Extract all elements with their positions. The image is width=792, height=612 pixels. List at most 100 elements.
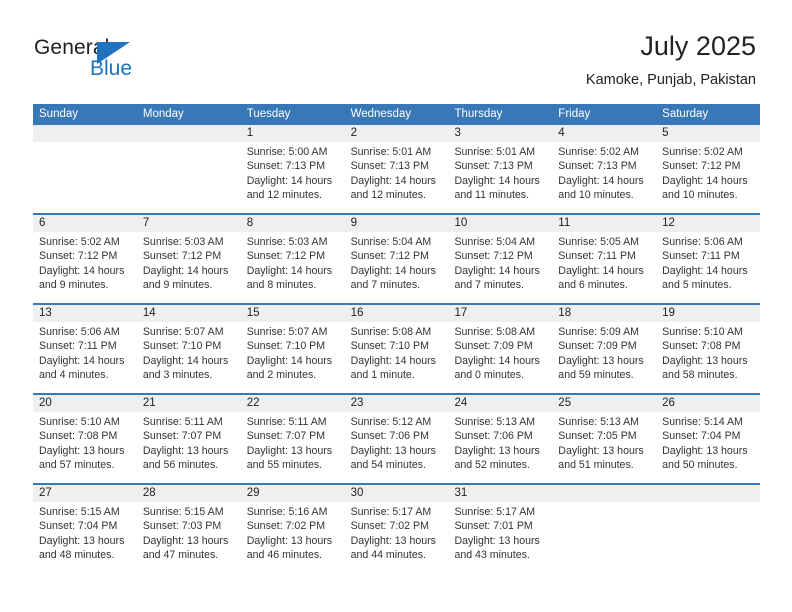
day-cell-empty [33, 125, 137, 213]
day-number: 27 [33, 485, 137, 502]
day-sun-details: Sunrise: 5:00 AM Sunset: 7:13 PM Daylight:… [241, 142, 345, 203]
day-cell-6[interactable]: 6 Sunrise: 5:02 AM Sunset: 7:12 PM Daylight… [33, 215, 137, 303]
day-detail-line: Sunrise: 5:07 AM [142, 326, 224, 338]
day-sun-details: Sunrise: 5:01 AM Sunset: 7:13 PM Daylight:… [345, 142, 449, 203]
day-cell-11[interactable]: 11 Sunrise: 5:05 AM Sunset: 7:11 PM Dayligh… [552, 215, 657, 303]
day-cell-26[interactable]: 26 Sunrise: 5:14 AM Sunset: 7:04 PM Dayligh… [656, 395, 761, 483]
day-detail-line: Daylight: 14 hours [454, 174, 540, 187]
day-detail-line: Sunrise: 5:11 AM [246, 416, 327, 428]
day-detail-line: and 58 minutes. [662, 369, 738, 382]
day-cell-5[interactable]: 5 Sunrise: 5:02 AM Sunset: 7:12 PM Daylight… [656, 125, 761, 213]
day-sun-details: Sunrise: 5:15 AM Sunset: 7:04 PM Daylight:… [33, 502, 137, 563]
day-detail-line: Sunset: 7:12 PM [454, 250, 533, 263]
day-detail-line: Daylight: 13 hours [454, 534, 540, 547]
day-detail-line: and 11 minutes. [454, 189, 530, 202]
day-sun-details: Sunrise: 5:05 AM Sunset: 7:11 PM Daylight:… [552, 232, 656, 293]
day-detail-line: Sunrise: 5:06 AM [662, 236, 743, 248]
day-detail-line: Sunset: 7:02 PM [246, 520, 326, 533]
day-sun-details: Sunrise: 5:08 AM Sunset: 7:10 PM Daylight:… [345, 322, 449, 383]
day-number [33, 125, 137, 142]
day-cell-10[interactable]: 10 Sunrise: 5:04 AM Sunset: 7:12 PM Dayligh… [448, 215, 553, 303]
day-sun-details: Sunrise: 5:17 AM Sunset: 7:02 PM Daylight:… [345, 502, 449, 563]
day-detail-line: and 7 minutes. [454, 279, 524, 292]
day-detail-line: Daylight: 13 hours [246, 444, 333, 457]
day-sun-details: Sunrise: 5:02 AM Sunset: 7:12 PM Daylight:… [656, 142, 760, 203]
day-cell-9[interactable]: 9 Sunrise: 5:04 AM Sunset: 7:12 PM Daylight… [344, 215, 449, 303]
day-detail-line: and 47 minutes. [142, 549, 219, 562]
day-cell-23[interactable]: 23 Sunrise: 5:12 AM Sunset: 7:06 PM Dayligh… [344, 395, 449, 483]
day-detail-line: Sunset: 7:12 PM [662, 160, 741, 173]
day-cell-25[interactable]: 25 Sunrise: 5:13 AM Sunset: 7:05 PM Dayligh… [552, 395, 657, 483]
day-sun-details: Sunrise: 5:08 AM Sunset: 7:09 PM Daylight:… [448, 322, 552, 383]
day-detail-line: Sunrise: 5:11 AM [142, 416, 223, 428]
day-number: 23 [344, 395, 449, 412]
day-detail-line: and 0 minutes. [454, 369, 524, 382]
day-detail-line: Sunset: 7:13 PM [454, 160, 533, 173]
day-detail-line: Daylight: 14 hours [662, 264, 748, 277]
day-number: 29 [240, 485, 345, 502]
day-detail-line: Daylight: 13 hours [558, 444, 644, 457]
day-cell-4[interactable]: 4 Sunrise: 5:02 AM Sunset: 7:13 PM Daylight… [552, 125, 657, 213]
day-detail-line: Daylight: 13 hours [662, 354, 748, 367]
day-sun-details: Sunrise: 5:06 AM Sunset: 7:11 PM Daylight:… [33, 322, 137, 383]
day-cell-17[interactable]: 17 Sunrise: 5:08 AM Sunset: 7:09 PM Dayligh… [448, 305, 553, 393]
day-sun-details: Sunrise: 5:15 AM Sunset: 7:03 PM Daylight:… [137, 502, 241, 563]
day-detail-line: Sunrise: 5:17 AM [350, 506, 432, 518]
day-cell-8[interactable]: 8 Sunrise: 5:03 AM Sunset: 7:12 PM Daylight… [240, 215, 345, 303]
day-number: 25 [552, 395, 657, 412]
day-cell-24[interactable]: 24 Sunrise: 5:13 AM Sunset: 7:06 PM Dayligh… [448, 395, 553, 483]
day-detail-line: Daylight: 14 hours [454, 354, 540, 367]
day-detail-line: Sunset: 7:13 PM [558, 160, 637, 173]
day-detail-line: Daylight: 13 hours [454, 444, 540, 457]
day-cell-3[interactable]: 3 Sunrise: 5:01 AM Sunset: 7:13 PM Daylight… [448, 125, 553, 213]
day-cell-21[interactable]: 21 Sunrise: 5:11 AM Sunset: 7:07 PM Dayligh… [136, 395, 241, 483]
day-detail-line: Sunset: 7:10 PM [350, 340, 429, 353]
day-detail-line: Daylight: 13 hours [558, 354, 644, 367]
week-cells: 27 Sunrise: 5:15 AM Sunset: 7:04 PM Dayligh… [33, 485, 761, 573]
day-number: 10 [448, 215, 553, 232]
day-detail-line: Sunrise: 5:10 AM [662, 326, 743, 338]
day-detail-line: Sunset: 7:07 PM [142, 430, 222, 443]
day-detail-line: Daylight: 14 hours [246, 354, 333, 367]
day-detail-line: Daylight: 13 hours [350, 534, 436, 547]
day-detail-line: Sunset: 7:06 PM [350, 430, 429, 443]
day-cell-15[interactable]: 15 Sunrise: 5:07 AM Sunset: 7:10 PM Dayligh… [240, 305, 345, 393]
day-detail-line: Daylight: 14 hours [246, 174, 333, 187]
day-cell-31[interactable]: 31 Sunrise: 5:17 AM Sunset: 7:01 PM Dayligh… [448, 485, 553, 573]
day-detail-line: Sunrise: 5:15 AM [39, 506, 120, 518]
day-detail-line: and 10 minutes. [558, 189, 634, 202]
day-detail-line: and 55 minutes. [246, 459, 323, 472]
day-detail-line: Sunrise: 5:07 AM [246, 326, 328, 338]
week-cells: 6 Sunrise: 5:02 AM Sunset: 7:12 PM Daylight… [33, 215, 761, 303]
day-cell-12[interactable]: 12 Sunrise: 5:06 AM Sunset: 7:11 PM Dayligh… [656, 215, 761, 303]
general-blue-logo[interactable]: General Blue [34, 36, 264, 86]
day-detail-line: Daylight: 14 hours [558, 174, 644, 187]
day-cell-22[interactable]: 22 Sunrise: 5:11 AM Sunset: 7:07 PM Dayligh… [240, 395, 345, 483]
day-cell-19[interactable]: 19 Sunrise: 5:10 AM Sunset: 7:08 PM Dayligh… [656, 305, 761, 393]
day-sun-details: Sunrise: 5:13 AM Sunset: 7:05 PM Daylight:… [552, 412, 656, 473]
day-cell-14[interactable]: 14 Sunrise: 5:07 AM Sunset: 7:10 PM Dayligh… [136, 305, 241, 393]
weekday-header-wednesday: Wednesday [350, 108, 412, 120]
day-cell-2[interactable]: 2 Sunrise: 5:01 AM Sunset: 7:13 PM Daylight… [344, 125, 449, 213]
day-cell-20[interactable]: 20 Sunrise: 5:10 AM Sunset: 7:08 PM Dayligh… [33, 395, 137, 483]
day-detail-line: Daylight: 14 hours [142, 264, 229, 277]
day-detail-line: Sunrise: 5:03 AM [142, 236, 224, 248]
day-sun-details: Sunrise: 5:02 AM Sunset: 7:12 PM Daylight:… [33, 232, 137, 293]
day-cell-29[interactable]: 29 Sunrise: 5:16 AM Sunset: 7:02 PM Dayligh… [240, 485, 345, 573]
day-cell-13[interactable]: 13 Sunrise: 5:06 AM Sunset: 7:11 PM Dayligh… [33, 305, 137, 393]
day-detail-line: Sunset: 7:03 PM [142, 520, 222, 533]
day-cell-7[interactable]: 7 Sunrise: 5:03 AM Sunset: 7:12 PM Daylight… [136, 215, 241, 303]
calendar-week-row: 1 Sunrise: 5:00 AM Sunset: 7:13 PM Daylight… [33, 125, 761, 213]
day-detail-line: and 52 minutes. [454, 459, 530, 472]
day-detail-line: and 59 minutes. [558, 369, 634, 382]
day-detail-line: Sunset: 7:01 PM [454, 520, 533, 533]
day-cell-16[interactable]: 16 Sunrise: 5:08 AM Sunset: 7:10 PM Dayligh… [344, 305, 449, 393]
day-cell-30[interactable]: 30 Sunrise: 5:17 AM Sunset: 7:02 PM Dayligh… [344, 485, 449, 573]
day-detail-line: Sunset: 7:11 PM [39, 340, 117, 353]
day-cell-18[interactable]: 18 Sunrise: 5:09 AM Sunset: 7:09 PM Dayligh… [552, 305, 657, 393]
day-cell-27[interactable]: 27 Sunrise: 5:15 AM Sunset: 7:04 PM Dayligh… [33, 485, 137, 573]
day-detail-line: Sunset: 7:12 PM [142, 250, 222, 263]
day-cell-1[interactable]: 1 Sunrise: 5:00 AM Sunset: 7:13 PM Daylight… [240, 125, 345, 213]
day-cell-28[interactable]: 28 Sunrise: 5:15 AM Sunset: 7:03 PM Dayligh… [136, 485, 241, 573]
page-subtitle: Kamoke, Punjab, Pakistan [585, 72, 756, 88]
